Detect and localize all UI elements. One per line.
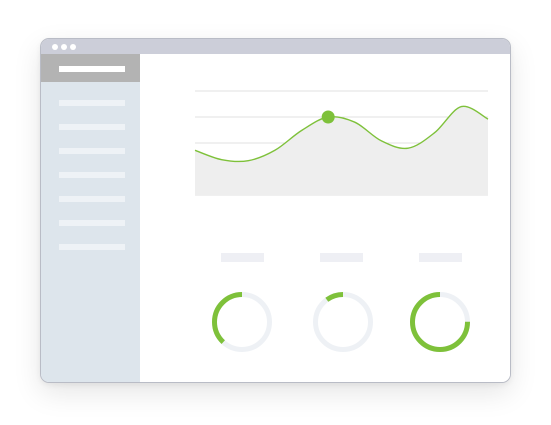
metric-label [419,253,462,262]
sidebar-item[interactable] [59,100,125,106]
main-content [140,54,510,382]
progress-ring-track [313,292,373,352]
metric-label [320,253,363,262]
sidebar-header [41,54,140,82]
progress-ring [212,292,272,352]
chart-point-marker[interactable] [321,110,335,124]
app-window [40,38,511,383]
metric-label [221,253,264,262]
sidebar [41,54,140,382]
sidebar-item[interactable] [59,220,125,226]
sidebar-item[interactable] [59,148,125,154]
sidebar-header-label [59,66,125,72]
sidebar-item[interactable] [59,196,125,202]
window-close-button[interactable] [52,44,58,50]
line-chart [194,90,489,196]
chart-area-fill [195,106,488,195]
window-minimize-button[interactable] [61,44,67,50]
title-bar [41,39,510,54]
window-maximize-button[interactable] [70,44,76,50]
sidebar-item[interactable] [59,244,125,250]
progress-ring [410,292,470,352]
progress-ring [313,292,373,352]
sidebar-item[interactable] [59,172,125,178]
sidebar-item[interactable] [59,124,125,130]
